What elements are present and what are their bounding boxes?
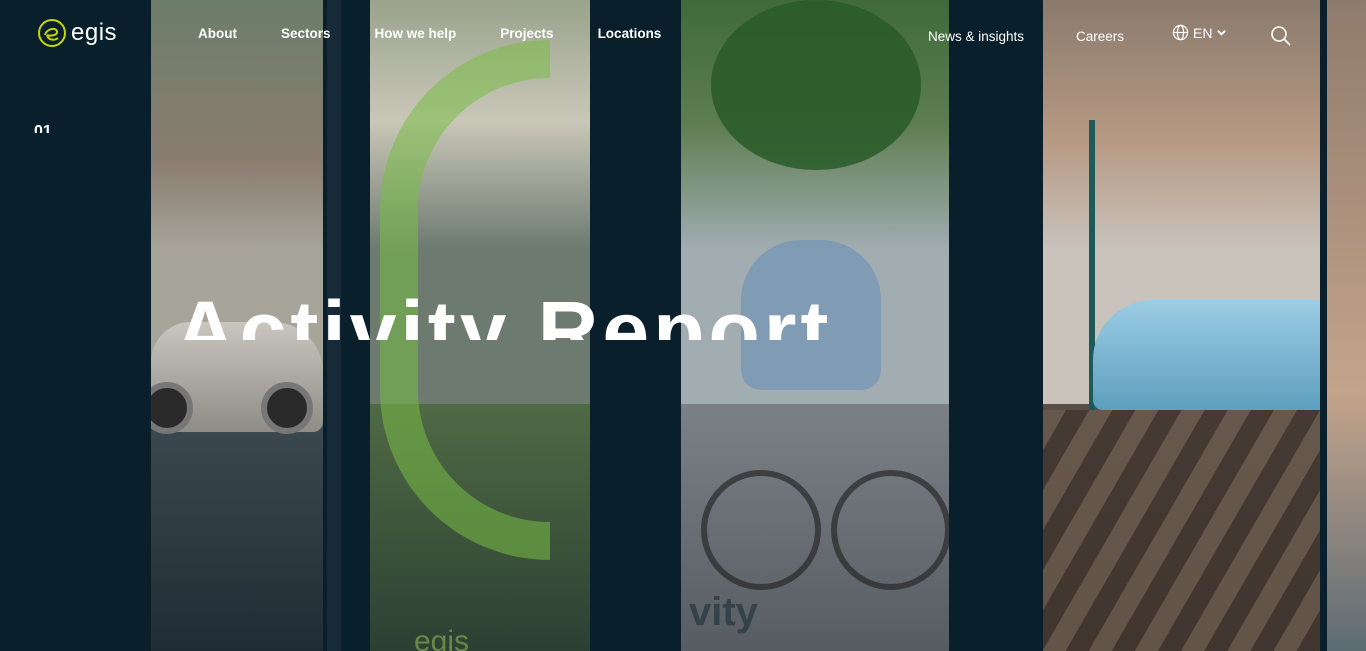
hero-photo-tree-roots xyxy=(1043,0,1320,651)
nav-projects[interactable]: Projects xyxy=(500,26,553,41)
nav-locations[interactable]: Locations xyxy=(598,26,662,41)
egis-logo-icon xyxy=(38,19,66,47)
primary-nav: About Sectors How we help Projects Locat… xyxy=(198,26,705,41)
chevron-down-icon xyxy=(1217,30,1227,36)
hero-heading-clip: Activity Report xyxy=(175,280,875,340)
egis-logo[interactable]: egis xyxy=(37,18,117,48)
site-header: egis About Sectors How we help Projects … xyxy=(0,0,1366,70)
nav-about[interactable]: About xyxy=(198,26,237,41)
watermark-text: vity xyxy=(689,590,758,634)
hero-title: Activity Report xyxy=(175,284,833,340)
language-label: EN xyxy=(1193,24,1213,41)
nav-how-we-help[interactable]: How we help xyxy=(375,26,457,41)
search-icon[interactable] xyxy=(1270,25,1292,47)
logo-wordmark: egis xyxy=(71,19,118,46)
nav-sectors[interactable]: Sectors xyxy=(281,26,331,41)
watermark-logo: egis xyxy=(414,625,470,651)
language-selector[interactable]: EN xyxy=(1172,24,1227,41)
nav-careers[interactable]: Careers xyxy=(1076,29,1124,44)
slide-number: 01 xyxy=(34,123,52,133)
globe-icon xyxy=(1172,24,1189,41)
nav-news-insights[interactable]: News & insights xyxy=(928,29,1024,44)
hero-photo-edge xyxy=(1327,0,1366,651)
